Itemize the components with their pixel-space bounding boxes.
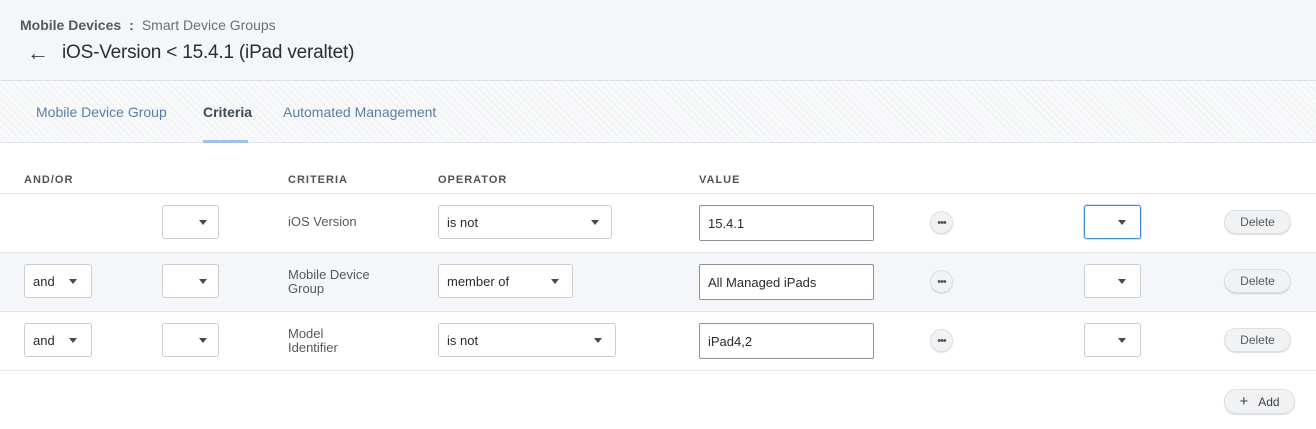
value-input[interactable]: 15.4.1 [699, 205, 874, 241]
tab-automated-management[interactable]: Automated Management [283, 104, 436, 120]
delete-button[interactable]: Delete [1224, 210, 1291, 234]
value-input[interactable]: All Managed iPads [699, 264, 874, 300]
chevron-down-icon [69, 338, 77, 343]
plus-icon: + [1239, 393, 1249, 410]
divider [0, 193, 1316, 194]
open-parenthesis-select[interactable] [162, 264, 219, 298]
header-criteria: CRITERIA [288, 174, 348, 186]
divider [0, 370, 1316, 371]
chevron-down-icon [199, 338, 207, 343]
criteria-label: Mobile Device Group [288, 267, 370, 296]
operator-value: is not [447, 214, 479, 230]
operator-value: member of [447, 273, 510, 289]
and-or-select[interactable]: and [24, 264, 92, 298]
page-title: iOS-Version < 15.4.1 (iPad veraltet) [62, 42, 355, 63]
breadcrumb-leaf[interactable]: Smart Device Groups [142, 17, 276, 33]
add-criteria-button[interactable]: + Add [1224, 389, 1295, 414]
open-parenthesis-select[interactable] [162, 323, 219, 357]
tab-mobile-device-group[interactable]: Mobile Device Group [36, 104, 167, 120]
add-button-label: Add [1258, 394, 1280, 409]
chevron-down-icon [594, 338, 602, 343]
value-input[interactable]: iPad4,2 [699, 323, 874, 359]
more-options-icon[interactable]: ••• [930, 270, 953, 293]
and-or-value: and [33, 332, 55, 348]
breadcrumb: Mobile Devices : Smart Device Groups [20, 17, 276, 33]
header-value: VALUE [699, 174, 741, 186]
more-options-icon[interactable]: ••• [930, 329, 953, 352]
back-arrow-icon[interactable]: ← [27, 41, 49, 65]
header-and-or: AND/OR [24, 174, 74, 186]
operator-select[interactable]: is not [438, 205, 612, 239]
breadcrumb-separator: : [129, 17, 134, 33]
close-parenthesis-select[interactable] [1084, 264, 1141, 298]
close-parenthesis-select[interactable] [1084, 205, 1141, 239]
chevron-down-icon [591, 220, 599, 225]
and-or-select[interactable]: and [24, 323, 92, 357]
header-operator: OPERATOR [438, 174, 508, 186]
page-header: Mobile Devices : Smart Device Groups ← i… [0, 0, 1316, 81]
operator-select[interactable]: is not [438, 323, 616, 357]
divider [0, 311, 1316, 312]
criteria-label: iOS Version [288, 214, 357, 229]
active-tab-indicator [203, 140, 248, 143]
chevron-down-icon [1118, 338, 1126, 343]
chevron-down-icon [199, 220, 207, 225]
criteria-label: Model Identifier [288, 326, 338, 355]
tab-criteria[interactable]: Criteria [203, 104, 252, 120]
more-options-icon[interactable]: ••• [930, 211, 953, 234]
divider [0, 252, 1316, 253]
delete-button[interactable]: Delete [1224, 269, 1291, 293]
tab-bar: Mobile Device Group Criteria Automated M… [0, 81, 1316, 143]
and-or-value: and [33, 273, 55, 289]
chevron-down-icon [199, 279, 207, 284]
open-parenthesis-select[interactable] [162, 205, 219, 239]
chevron-down-icon [551, 279, 559, 284]
chevron-down-icon [1118, 279, 1126, 284]
operator-value: is not [447, 332, 479, 348]
operator-select[interactable]: member of [438, 264, 573, 298]
chevron-down-icon [1118, 220, 1126, 225]
close-parenthesis-select[interactable] [1084, 323, 1141, 357]
breadcrumb-root[interactable]: Mobile Devices [20, 17, 121, 33]
delete-button[interactable]: Delete [1224, 328, 1291, 352]
chevron-down-icon [69, 279, 77, 284]
